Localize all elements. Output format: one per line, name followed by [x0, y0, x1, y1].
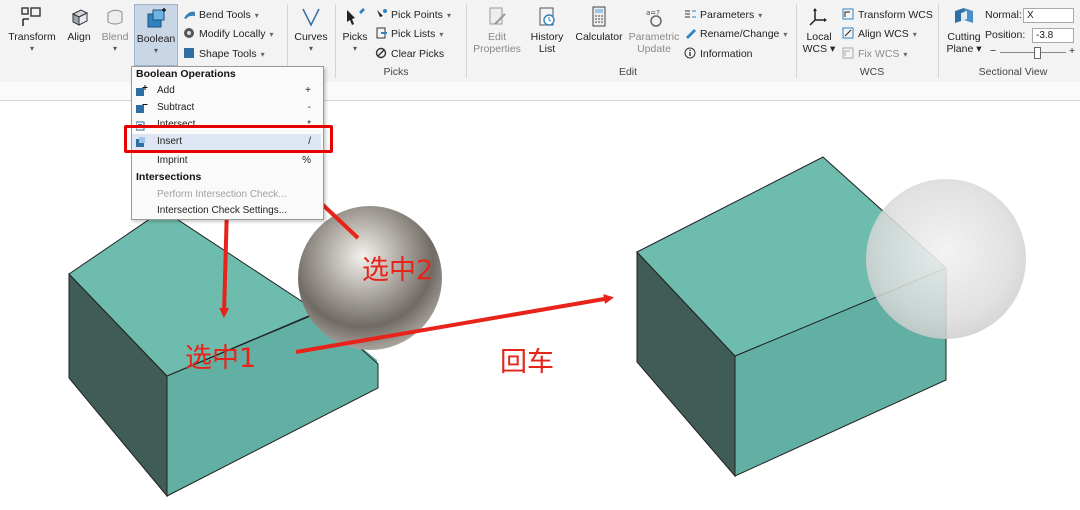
- menu-item-shortcut: +: [305, 85, 311, 96]
- menu-item-perform-intersection-check[interactable]: Perform Intersection Check...: [132, 187, 321, 203]
- menu-item-label: Perform Intersection Check...: [157, 189, 287, 200]
- menu-item-label: Add: [157, 85, 175, 96]
- menu-item-label: Imprint: [157, 155, 188, 166]
- menu-item-imprint[interactable]: Imprint%: [132, 153, 321, 169]
- annotation-select-1: 选中1: [185, 343, 257, 374]
- menu-item-add[interactable]: Add +: [132, 83, 321, 99]
- boolean-operations-header: Boolean Operations: [136, 68, 236, 80]
- menu-item-intersection-check-settings[interactable]: Intersection Check Settings...: [132, 203, 321, 219]
- add-icon: [136, 85, 148, 96]
- subtract-icon: [136, 104, 148, 113]
- menu-item-shortcut: %: [302, 155, 311, 166]
- menu-item-subtract[interactable]: Subtract -: [132, 100, 321, 116]
- menu-item-label: Subtract: [157, 102, 195, 113]
- annotation-select-2: 选中2: [362, 255, 434, 286]
- annotation-enter: 回车: [500, 347, 554, 378]
- highlight-box: [124, 125, 333, 153]
- ghost-sphere[interactable]: [866, 179, 1026, 339]
- menu-item-shortcut: -: [307, 102, 311, 113]
- intersections-header: Intersections: [136, 171, 202, 183]
- menu-item-label: Intersection Check Settings...: [157, 205, 288, 216]
